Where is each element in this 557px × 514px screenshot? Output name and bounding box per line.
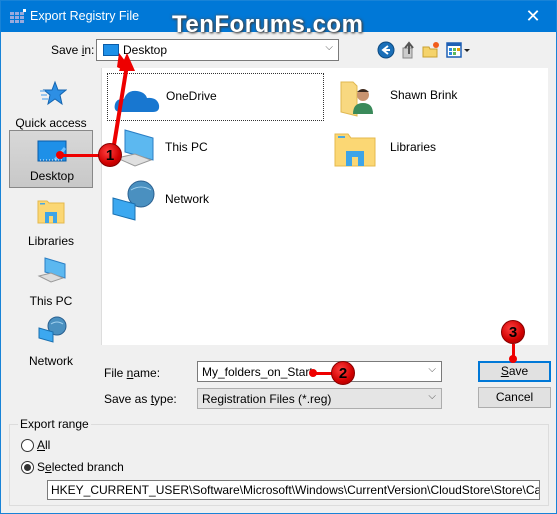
save-as-type-value: Registration Files (*.reg) xyxy=(202,392,332,406)
annotation-badge-2: 2 xyxy=(331,361,355,385)
place-label: Libraries xyxy=(27,234,75,248)
place-label: This PC xyxy=(29,294,73,308)
item-label: OneDrive xyxy=(166,89,217,103)
annotation-line xyxy=(59,154,101,157)
place-this-pc[interactable]: This PC xyxy=(9,254,93,312)
item-label: Shawn Brink xyxy=(390,88,458,102)
chevron-down-icon[interactable]: ⌵ xyxy=(428,364,436,375)
watermark: TenForums.com xyxy=(172,11,364,38)
save-in-label: Save in: xyxy=(51,43,95,57)
radio-all-label: All xyxy=(37,438,51,452)
chevron-down-icon: ⌵ xyxy=(428,391,436,402)
place-label: Quick access xyxy=(15,116,87,130)
cancel-button[interactable]: Cancel xyxy=(478,387,551,408)
list-item[interactable]: Network xyxy=(107,177,322,223)
radio-selected-label: Selected branch xyxy=(37,460,124,474)
place-libraries[interactable]: Libraries xyxy=(9,194,93,252)
selected-branch-input[interactable]: HKEY_CURRENT_USER\Software\Microsoft\Win… xyxy=(47,480,540,500)
place-quick-access[interactable]: Quick access xyxy=(9,76,93,134)
annotation-dot xyxy=(56,151,64,159)
save-as-type-label: Save as type: xyxy=(104,392,177,406)
save-as-type-dropdown[interactable]: Registration Files (*.reg) ⌵ xyxy=(197,388,442,409)
file-list: OneDrive Shawn Brink This PC Libraries N… xyxy=(101,68,548,345)
libraries-icon xyxy=(37,200,65,224)
network-icon xyxy=(112,180,155,221)
annotation-badge-1: 1 xyxy=(98,143,122,167)
title-bar: Export Registry File TenForums.com ✕ xyxy=(1,1,556,38)
file-name-label: File name: xyxy=(104,366,161,380)
place-label: Desktop xyxy=(29,169,75,183)
registry-app-icon xyxy=(10,9,26,23)
item-label: Libraries xyxy=(390,140,437,154)
libraries-icon xyxy=(334,133,376,167)
save-button[interactable]: Save xyxy=(478,361,551,382)
radio-circle[interactable] xyxy=(21,460,34,474)
network-icon xyxy=(38,316,67,343)
window-title: Export Registry File xyxy=(30,9,140,23)
radio-selected-branch[interactable]: Selected branch xyxy=(21,460,124,474)
place-network[interactable]: Network xyxy=(9,314,93,372)
back-icon[interactable] xyxy=(376,40,396,60)
list-item[interactable]: Shawn Brink xyxy=(332,73,547,119)
file-name-value: My_folders_on_Start xyxy=(202,365,313,379)
export-range-group: Export range All Selected branch HKEY_CU… xyxy=(9,417,549,506)
place-desktop[interactable]: Desktop xyxy=(9,130,93,188)
list-item[interactable]: Libraries xyxy=(332,125,547,171)
annotation-badge-3: 3 xyxy=(501,320,525,344)
export-registry-dialog: Export Registry File TenForums.com ✕ Sav… xyxy=(0,0,557,514)
radio-all[interactable]: All xyxy=(21,438,50,452)
annotation-arrow xyxy=(111,53,135,152)
star-icon xyxy=(40,80,67,106)
pc-icon xyxy=(37,257,66,283)
radio-circle[interactable] xyxy=(21,438,34,452)
up-folder-icon[interactable] xyxy=(399,40,419,60)
view-menu-icon[interactable] xyxy=(445,40,471,60)
list-item[interactable]: This PC xyxy=(107,125,322,171)
chevron-down-icon: ⌵ xyxy=(325,42,333,53)
item-label: Network xyxy=(165,192,210,206)
close-button[interactable]: ✕ xyxy=(510,1,556,32)
item-label: This PC xyxy=(165,140,208,154)
export-range-legend: Export range xyxy=(18,417,91,431)
list-item[interactable]: OneDrive xyxy=(107,73,324,121)
place-label: Network xyxy=(28,354,73,368)
new-folder-icon[interactable] xyxy=(421,40,441,60)
places-bar: Quick access Desktop Libraries This PC N… xyxy=(7,68,95,411)
annotation-dot xyxy=(509,355,517,363)
user-folder-icon xyxy=(340,81,373,117)
